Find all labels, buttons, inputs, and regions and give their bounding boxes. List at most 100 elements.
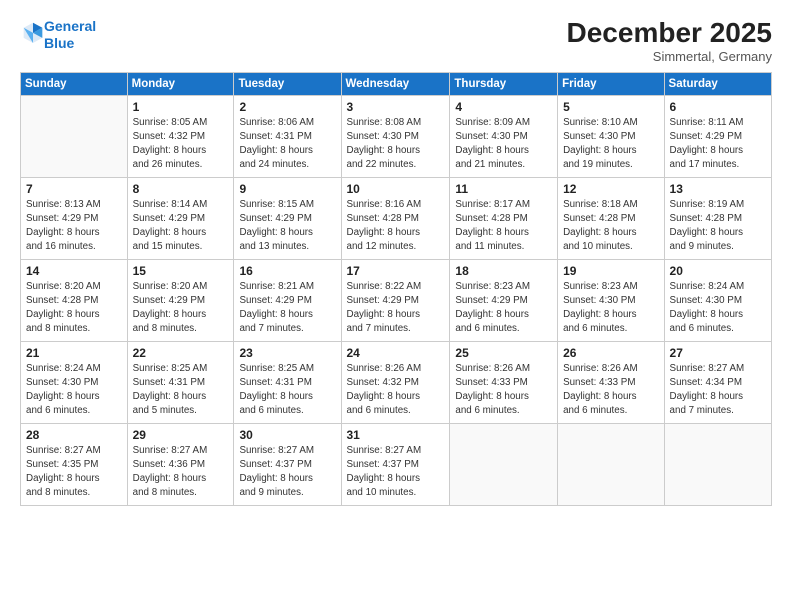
table-row: 19 Sunrise: 8:23 AMSunset: 4:30 PMDayligh… [558, 259, 664, 341]
table-row: 3 Sunrise: 8:08 AMSunset: 4:30 PMDaylight… [341, 95, 450, 177]
logo-text: General Blue [44, 18, 96, 52]
table-row: 18 Sunrise: 8:23 AMSunset: 4:29 PMDayligh… [450, 259, 558, 341]
day-info: Sunrise: 8:13 AMSunset: 4:29 PMDaylight:… [26, 198, 122, 255]
day-info: Sunrise: 8:27 AMSunset: 4:36 PMDaylight:… [133, 444, 229, 501]
table-row: 29 Sunrise: 8:27 AMSunset: 4:36 PMDayligh… [127, 423, 234, 505]
day-number: 16 [239, 264, 335, 278]
day-number: 30 [239, 428, 335, 442]
table-row: 12 Sunrise: 8:18 AMSunset: 4:28 PMDayligh… [558, 177, 664, 259]
col-sunday: Sunday [21, 72, 128, 95]
day-number: 21 [26, 346, 122, 360]
day-info: Sunrise: 8:17 AMSunset: 4:28 PMDaylight:… [455, 198, 552, 255]
day-info: Sunrise: 8:11 AMSunset: 4:29 PMDaylight:… [670, 116, 766, 173]
col-monday: Monday [127, 72, 234, 95]
table-row: 1Sunrise: 8:05 AMSunset: 4:32 PMDaylight… [127, 95, 234, 177]
day-info: Sunrise: 8:20 AMSunset: 4:29 PMDaylight:… [133, 280, 229, 337]
day-number: 26 [563, 346, 658, 360]
day-number: 7 [26, 182, 122, 196]
day-info: Sunrise: 8:26 AMSunset: 4:32 PMDaylight:… [347, 362, 445, 419]
day-info: Sunrise: 8:05 AMSunset: 4:32 PMDaylight:… [133, 116, 229, 173]
day-info: Sunrise: 8:27 AMSunset: 4:35 PMDaylight:… [26, 444, 122, 501]
table-row: 2Sunrise: 8:06 AMSunset: 4:31 PMDaylight… [234, 95, 341, 177]
table-row: 16 Sunrise: 8:21 AMSunset: 4:29 PMDayligh… [234, 259, 341, 341]
table-row: 27 Sunrise: 8:27 AMSunset: 4:34 PMDayligh… [664, 341, 771, 423]
table-row: 11 Sunrise: 8:17 AMSunset: 4:28 PMDayligh… [450, 177, 558, 259]
day-info: Sunrise: 8:27 AMSunset: 4:37 PMDaylight:… [347, 444, 445, 501]
day-number: 13 [670, 182, 766, 196]
day-number: 23 [239, 346, 335, 360]
col-thursday: Thursday [450, 72, 558, 95]
day-number: 27 [670, 346, 766, 360]
day-number: 29 [133, 428, 229, 442]
month-title: December 2025 [567, 18, 772, 49]
day-number: 25 [455, 346, 552, 360]
day-number: 17 [347, 264, 445, 278]
day-number: 20 [670, 264, 766, 278]
table-row: 23 Sunrise: 8:25 AMSunset: 4:31 PMDayligh… [234, 341, 341, 423]
day-number: 11 [455, 182, 552, 196]
table-row [21, 95, 128, 177]
table-row: 26 Sunrise: 8:26 AMSunset: 4:33 PMDayligh… [558, 341, 664, 423]
day-info: Sunrise: 8:15 AMSunset: 4:29 PMDaylight:… [239, 198, 335, 255]
logo-line1: General [44, 18, 96, 34]
day-info: Sunrise: 8:10 AMSunset: 4:30 PMDaylight:… [563, 116, 658, 173]
table-row: 25Sunrise: 8:26 AMSunset: 4:33 PMDayligh… [450, 341, 558, 423]
col-friday: Friday [558, 72, 664, 95]
table-row: 21 Sunrise: 8:24 AMSunset: 4:30 PMDayligh… [21, 341, 128, 423]
day-info: Sunrise: 8:22 AMSunset: 4:29 PMDaylight:… [347, 280, 445, 337]
day-info: Sunrise: 8:18 AMSunset: 4:28 PMDaylight:… [563, 198, 658, 255]
logo: General Blue [20, 18, 96, 52]
table-row: 24 Sunrise: 8:26 AMSunset: 4:32 PMDayligh… [341, 341, 450, 423]
table-row [450, 423, 558, 505]
day-number: 6 [670, 100, 766, 114]
page: General Blue December 2025 Simmertal, Ge… [0, 0, 792, 612]
day-number: 4 [455, 100, 552, 114]
table-row: 6 Sunrise: 8:11 AMSunset: 4:29 PMDaylight… [664, 95, 771, 177]
day-number: 19 [563, 264, 658, 278]
table-row [558, 423, 664, 505]
day-info: Sunrise: 8:14 AMSunset: 4:29 PMDaylight:… [133, 198, 229, 255]
day-info: Sunrise: 8:23 AMSunset: 4:30 PMDaylight:… [563, 280, 658, 337]
day-number: 5 [563, 100, 658, 114]
calendar: Sunday Monday Tuesday Wednesday Thursday… [20, 72, 772, 506]
table-row: 30 Sunrise: 8:27 AMSunset: 4:37 PMDayligh… [234, 423, 341, 505]
day-info: Sunrise: 8:19 AMSunset: 4:28 PMDaylight:… [670, 198, 766, 255]
day-info: Sunrise: 8:26 AMSunset: 4:33 PMDaylight:… [563, 362, 658, 419]
day-info: Sunrise: 8:08 AMSunset: 4:30 PMDaylight:… [347, 116, 445, 173]
day-number: 8 [133, 182, 229, 196]
table-row [664, 423, 771, 505]
title-block: December 2025 Simmertal, Germany [567, 18, 772, 64]
calendar-header-row: Sunday Monday Tuesday Wednesday Thursday… [21, 72, 772, 95]
day-number: 28 [26, 428, 122, 442]
location: Simmertal, Germany [567, 49, 772, 64]
table-row: 8 Sunrise: 8:14 AMSunset: 4:29 PMDaylight… [127, 177, 234, 259]
day-info: Sunrise: 8:27 AMSunset: 4:34 PMDaylight:… [670, 362, 766, 419]
day-number: 12 [563, 182, 658, 196]
col-wednesday: Wednesday [341, 72, 450, 95]
day-info: Sunrise: 8:09 AMSunset: 4:30 PMDaylight:… [455, 116, 552, 173]
day-number: 24 [347, 346, 445, 360]
col-tuesday: Tuesday [234, 72, 341, 95]
day-info: Sunrise: 8:16 AMSunset: 4:28 PMDaylight:… [347, 198, 445, 255]
day-info: Sunrise: 8:25 AMSunset: 4:31 PMDaylight:… [239, 362, 335, 419]
col-saturday: Saturday [664, 72, 771, 95]
day-info: Sunrise: 8:24 AMSunset: 4:30 PMDaylight:… [26, 362, 122, 419]
day-number: 14 [26, 264, 122, 278]
table-row: 4 Sunrise: 8:09 AMSunset: 4:30 PMDaylight… [450, 95, 558, 177]
logo-line2: Blue [44, 35, 74, 51]
day-number: 2 [239, 100, 335, 114]
table-row: 5 Sunrise: 8:10 AMSunset: 4:30 PMDaylight… [558, 95, 664, 177]
day-info: Sunrise: 8:21 AMSunset: 4:29 PMDaylight:… [239, 280, 335, 337]
day-info: Sunrise: 8:24 AMSunset: 4:30 PMDaylight:… [670, 280, 766, 337]
table-row: 20 Sunrise: 8:24 AMSunset: 4:30 PMDayligh… [664, 259, 771, 341]
day-number: 18 [455, 264, 552, 278]
day-number: 10 [347, 182, 445, 196]
day-info: Sunrise: 8:23 AMSunset: 4:29 PMDaylight:… [455, 280, 552, 337]
day-number: 3 [347, 100, 445, 114]
day-info: Sunrise: 8:27 AMSunset: 4:37 PMDaylight:… [239, 444, 335, 501]
day-info: Sunrise: 8:25 AMSunset: 4:31 PMDaylight:… [133, 362, 229, 419]
day-number: 15 [133, 264, 229, 278]
table-row: 17 Sunrise: 8:22 AMSunset: 4:29 PMDayligh… [341, 259, 450, 341]
table-row: 13 Sunrise: 8:19 AMSunset: 4:28 PMDayligh… [664, 177, 771, 259]
table-row: 15 Sunrise: 8:20 AMSunset: 4:29 PMDayligh… [127, 259, 234, 341]
